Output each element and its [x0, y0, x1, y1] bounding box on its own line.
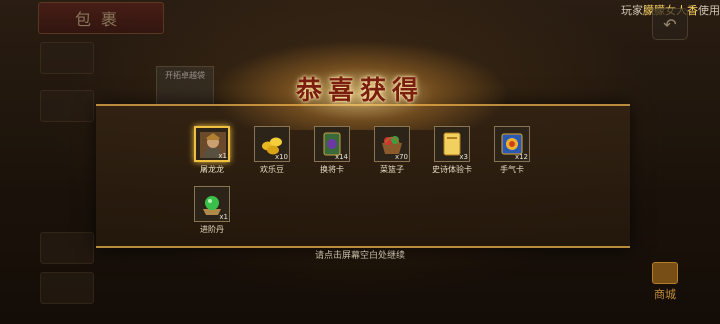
side-button-4[interactable]: [40, 272, 94, 304]
shop-icon: [652, 262, 678, 284]
item-qty: x12: [514, 153, 528, 161]
bag-card-label: 开拓卓越袋: [165, 71, 205, 80]
item-slot[interactable]: x1: [194, 126, 230, 162]
back-button[interactable]: ↶: [652, 8, 688, 40]
continue-hint[interactable]: 请点击屏幕空白处继续: [260, 248, 460, 261]
bag-item-card[interactable]: 开拓卓越袋: [156, 66, 214, 108]
item-name: 欢乐豆: [260, 165, 284, 174]
back-arrow-icon: ↶: [663, 14, 677, 34]
item-name: 进阶丹: [200, 225, 224, 234]
item-qty: x1: [218, 152, 227, 160]
shop-button[interactable]: 商城: [640, 262, 690, 302]
item-qty: x3: [459, 153, 468, 161]
item-name: 菜篮子: [380, 165, 404, 174]
bag-title-tab: 包裹: [38, 2, 164, 34]
side-button-1[interactable]: [40, 42, 94, 74]
item-qty: x70: [394, 153, 408, 161]
side-button-2[interactable]: [40, 90, 94, 122]
item-name: 换将卡: [320, 165, 344, 174]
item-slot[interactable]: x1: [194, 186, 230, 222]
reward-item[interactable]: x10 欢乐豆: [250, 126, 294, 175]
shop-label: 商城: [654, 288, 676, 301]
item-slot[interactable]: x12: [494, 126, 530, 162]
item-name: 史诗体验卡: [432, 165, 472, 174]
item-slot[interactable]: x14: [314, 126, 350, 162]
reward-item[interactable]: x3 史诗体验卡: [430, 126, 474, 175]
item-slot[interactable]: x10: [254, 126, 290, 162]
item-qty: x14: [334, 153, 348, 161]
reward-item[interactable]: x1 屠龙龙: [190, 126, 234, 175]
item-slot[interactable]: x70: [374, 126, 410, 162]
modal-title: 恭喜获得: [295, 76, 424, 106]
item-slot[interactable]: x3: [434, 126, 470, 162]
side-button-3[interactable]: [40, 232, 94, 264]
reward-item[interactable]: x12 手气卡: [490, 126, 534, 175]
reward-item[interactable]: x1 进阶丹: [190, 186, 234, 235]
reward-item[interactable]: x70 菜篮子: [370, 126, 414, 175]
item-qty: x1: [219, 213, 228, 221]
reward-item[interactable]: x14 换将卡: [310, 126, 354, 175]
item-qty: x10: [274, 153, 288, 161]
item-name: 手气卡: [500, 165, 524, 174]
item-name: 屠龙龙: [200, 165, 224, 174]
